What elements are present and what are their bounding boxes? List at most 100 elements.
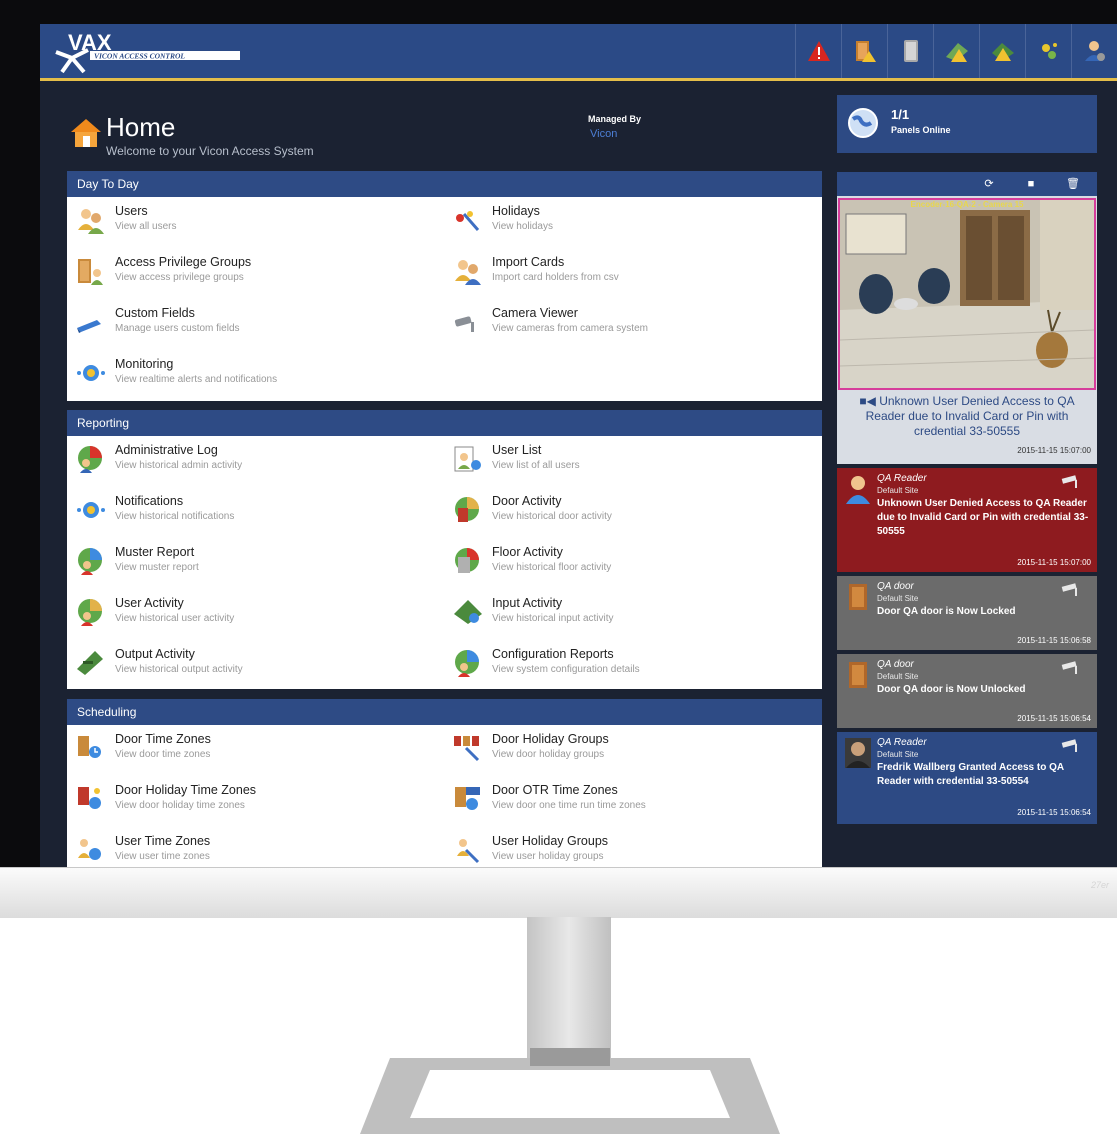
top-alert-icons [795,24,1117,78]
event-title: QA door [877,581,914,592]
camera-icon [452,308,484,336]
app-screen: VAX VICON ACCESS CONTROL Home Welcome to… [40,24,1117,867]
nav-item-configuration-reports[interactable]: Configuration Reports View system config… [444,644,814,684]
camera-link-icon[interactable] [1061,582,1083,601]
item-subtitle: View holidays [492,221,553,232]
user-activity-icon [75,598,107,626]
vax-logo[interactable]: VAX VICON ACCESS CONTROL [54,28,254,74]
video-icon: ■◀ [859,394,880,408]
panels-count: 1/1 [891,107,910,122]
nav-item-administrative-log[interactable]: Administrative Log View historical admin… [67,440,437,480]
event-card[interactable]: QA door Default Site Door QA door is Now… [837,654,1097,728]
nav-item-user-time-zones[interactable]: User Time Zones View user time zones [67,831,437,867]
item-subtitle: View door holiday time zones [115,800,245,811]
nav-item-access-privilege-groups[interactable]: Access Privilege Groups View access priv… [67,252,437,292]
nav-item-door-activity[interactable]: Door Activity View historical door activ… [444,491,814,531]
item-title: Camera Viewer [492,306,578,320]
nav-item-notifications[interactable]: Notifications View historical notificati… [67,491,437,531]
globe-icon [847,107,879,144]
section-scheduling: Scheduling Door Time Zones View door tim… [67,699,822,867]
event-card[interactable]: QA Reader Default Site Fredrik Wallberg … [837,732,1097,824]
admin-icon[interactable] [1071,24,1117,78]
event-title: QA door [877,659,914,670]
nav-item-custom-fields[interactable]: Custom Fields Manage users custom fields [67,303,437,343]
camera-link-icon[interactable] [1061,738,1083,757]
nav-item-camera-viewer[interactable]: Camera Viewer View cameras from camera s… [444,303,814,343]
event-message: Fredrik Wallberg Granted Access to QA Re… [877,762,1064,787]
holidays-icon [452,206,484,234]
item-subtitle: View door one time run time zones [492,800,646,811]
camera-link-icon[interactable] [1061,660,1083,679]
item-title: Custom Fields [115,306,195,320]
door-timezone-icon [75,734,107,762]
item-title: Configuration Reports [492,647,614,661]
managed-by-value[interactable]: Vicon [590,128,617,140]
users-icon [75,206,107,234]
item-title: Door Holiday Groups [492,732,609,746]
user-timezone-icon [75,836,107,864]
refresh-icon[interactable]: ⟳ [971,172,1007,196]
item-title: User Activity [115,596,184,610]
door-icon [845,660,871,695]
event-site: Default Site [877,750,919,759]
event-time: 2015-11-15 15:06:54 [1017,808,1091,817]
admin-log-icon [75,445,107,473]
nav-item-user-holiday-groups[interactable]: User Holiday Groups View user holiday gr… [444,831,814,867]
event-time: 2015-11-15 15:06:58 [1017,636,1091,645]
item-title: Door Holiday Time Zones [115,783,257,797]
panels-label: Panels Online [891,125,951,135]
item-subtitle: Manage users custom fields [115,323,240,334]
nav-item-door-holiday-time-zones[interactable]: Door Holiday Time Zones View door holida… [67,780,437,820]
item-subtitle: View system configuration details [492,664,640,675]
alert-icon[interactable] [795,24,841,78]
section-title: Day To Day [67,171,822,197]
nav-item-door-time-zones[interactable]: Door Time Zones View door time zones [67,729,437,769]
item-title: Door Activity [492,494,562,508]
panels-online-widget[interactable]: 1/1 Panels Online [837,95,1097,153]
item-subtitle: View user time zones [115,851,210,862]
door-alert-icon[interactable] [841,24,887,78]
camera-label: Encoder-16-QA-2 - Camera 15 [910,200,1024,209]
panel-icon[interactable] [887,24,933,78]
item-title: User Time Zones [115,834,211,848]
item-title: Door OTR Time Zones [492,783,618,797]
nav-item-door-holiday-groups[interactable]: Door Holiday Groups View door holiday gr… [444,729,814,769]
input-alert-icon[interactable] [933,24,979,78]
nav-item-user-activity[interactable]: User Activity View historical user activ… [67,593,437,633]
stop-icon[interactable]: ■ [1013,172,1049,196]
item-subtitle: View historical user activity [115,613,235,624]
camera-feed[interactable]: Encoder-16-QA-2 - Camera 15 [838,198,1096,390]
nav-item-door-otr-time-zones[interactable]: Door OTR Time Zones View door one time r… [444,780,814,820]
item-subtitle: View historical floor activity [492,562,612,573]
nav-item-holidays[interactable]: Holidays View holidays [444,201,814,241]
event-card[interactable]: QA Reader Default Site Unknown User Deni… [837,468,1097,572]
top-bar: VAX VICON ACCESS CONTROL [40,24,1117,81]
camera-event-caption: ■◀ Unknown User Denied Access to QA Read… [847,394,1087,439]
user-icon [845,474,871,509]
item-subtitle: View historical admin activity [115,460,243,471]
event-site: Default Site [877,486,919,495]
trash-icon[interactable]: 🗑 [1055,172,1091,196]
nav-item-input-activity[interactable]: Input Activity View historical input act… [444,593,814,633]
item-title: Notifications [115,494,184,508]
event-title: QA Reader [877,473,927,484]
nav-item-muster-report[interactable]: Muster Report View muster report [67,542,437,582]
nav-item-users[interactable]: Users View all users [67,201,437,241]
nav-item-floor-activity[interactable]: Floor Activity View historical floor act… [444,542,814,582]
item-subtitle: View realtime alerts and notifications [115,374,278,385]
event-card[interactable]: QA door Default Site Door QA door is Now… [837,576,1097,650]
section-title: Scheduling [67,699,822,725]
home-icon [70,118,102,153]
nav-item-user-list[interactable]: User List View list of all users [444,440,814,480]
event-message: Unknown User Denied Access to QA Reader … [877,498,1089,537]
camera-link-icon[interactable] [1061,474,1083,493]
tamper-icon[interactable] [1025,24,1071,78]
item-subtitle: View list of all users [492,460,580,471]
nav-item-output-activity[interactable]: Output Activity View historical output a… [67,644,437,684]
event-site: Default Site [877,594,919,603]
nav-item-import-cards[interactable]: Import Cards Import card holders from cs… [444,252,814,292]
event-title: QA Reader [877,737,927,748]
nav-item-monitoring[interactable]: Monitoring View realtime alerts and noti… [67,354,437,394]
floor-activity-icon [452,547,484,575]
output-alert-icon[interactable] [979,24,1025,78]
